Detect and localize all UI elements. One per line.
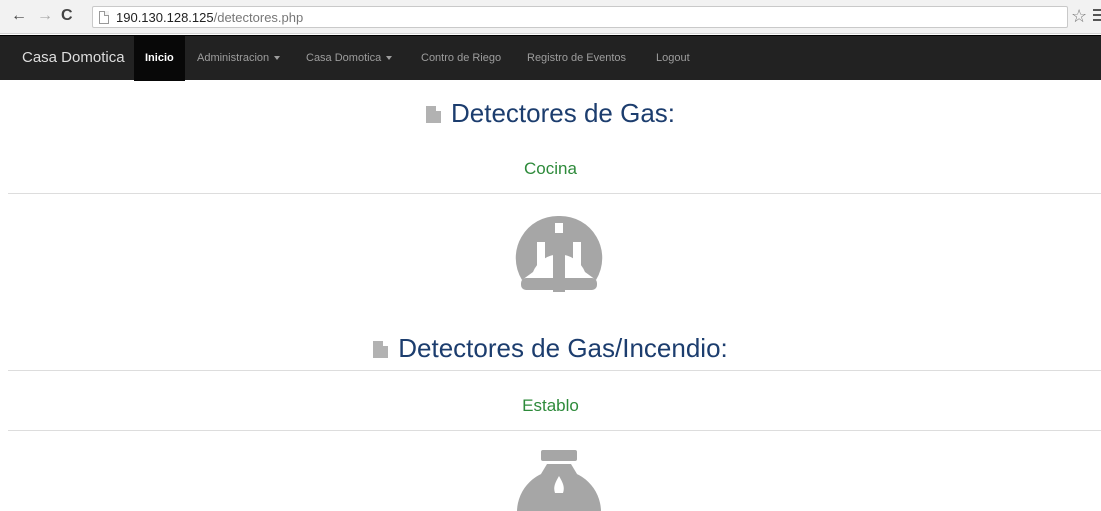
caret-down-icon (386, 56, 393, 61)
address-bar[interactable]: 190.130.128.125/detectores.php (92, 6, 1068, 28)
navbar: Casa Domotica Inicio Administracion Casa… (0, 35, 1101, 81)
nav-item-logout[interactable]: Logout (656, 36, 690, 81)
forward-icon[interactable]: → (37, 7, 53, 25)
section-title: Detectores de Gas/Incendio: (398, 333, 728, 363)
nav-item-casa-domotica[interactable]: Casa Domotica (306, 36, 393, 81)
section-title: Detectores de Gas: (451, 98, 675, 128)
section-heading-gas-incendio: Detectores de Gas/Incendio: (0, 333, 1101, 364)
bookmark-star-icon[interactable]: ☆ (1071, 6, 1087, 26)
section-heading-gas: Detectores de Gas: (0, 98, 1101, 129)
fire-gauge-icon[interactable] (513, 450, 605, 511)
detector-location-cocina: Cocina (0, 159, 1101, 179)
document-icon (373, 341, 389, 358)
document-icon (426, 106, 441, 123)
nav-item-administracion[interactable]: Administracion (197, 36, 281, 81)
page-icon (99, 11, 109, 24)
url-text[interactable]: 190.130.128.125/detectores.php (116, 10, 303, 25)
gas-gauge-icon[interactable] (513, 212, 605, 294)
nav-item-inicio[interactable]: Inicio (134, 36, 185, 81)
detector-location-establo: Establo (0, 396, 1101, 416)
back-icon[interactable]: ← (11, 7, 27, 25)
divider (8, 193, 1101, 194)
detector-location: Establo (522, 396, 579, 415)
browser-menu-icon[interactable] (1093, 9, 1101, 21)
navbar-brand[interactable]: Casa Domotica (22, 49, 125, 66)
nav-item-contro-de-riego[interactable]: Contro de Riego (421, 36, 501, 81)
divider (8, 370, 1101, 371)
detector-location: Cocina (524, 159, 577, 178)
caret-down-icon (274, 56, 281, 61)
divider (8, 430, 1101, 431)
nav-item-registro-de-eventos[interactable]: Registro de Eventos (527, 36, 626, 81)
reload-icon[interactable]: C (61, 7, 73, 25)
browser-toolbar: ← → C 190.130.128.125/detectores.php ☆ (0, 0, 1101, 34)
